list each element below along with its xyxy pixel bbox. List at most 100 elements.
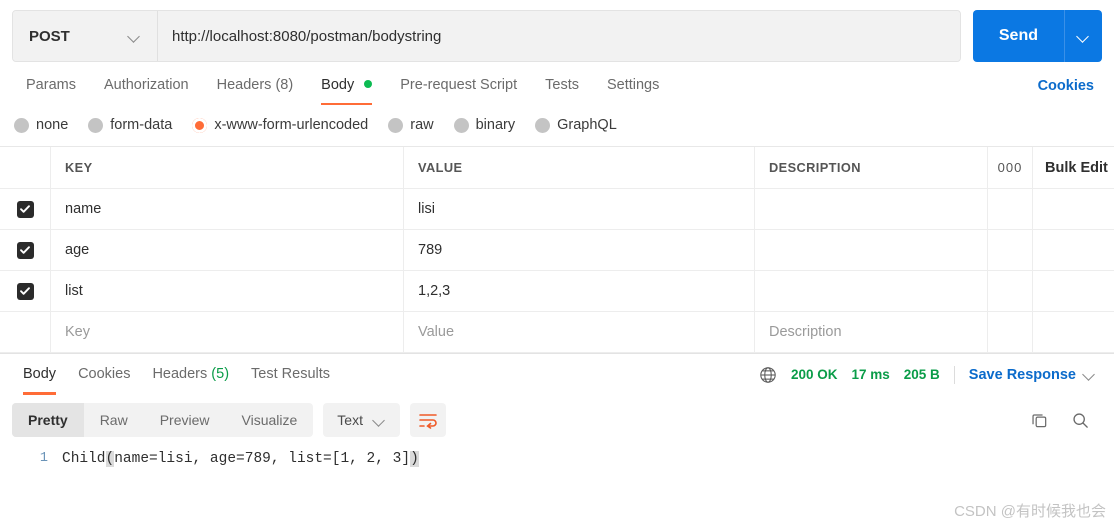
row-value-text: lisi [418,201,435,217]
table-row: age 789 [0,230,1114,271]
table-options-cell[interactable]: 000 [988,147,1033,188]
response-tab-body[interactable]: Body [12,355,67,395]
new-row-description-cell[interactable]: Description [755,312,988,352]
view-mode-pretty[interactable]: Pretty [12,403,84,437]
body-type-form-data[interactable]: form-data [88,117,172,133]
bulk-edit-label: Bulk Edit [1045,159,1108,176]
body-type-graphql[interactable]: GraphQL [535,117,617,133]
response-time: 17 ms [851,367,890,382]
row-description-cell[interactable] [755,271,988,311]
radio-label: form-data [110,117,173,133]
response-tab-test-results[interactable]: Test Results [240,355,341,395]
row-key-cell[interactable]: age [51,230,404,270]
radio-icon [88,117,104,133]
new-row-key-cell[interactable]: Key [51,312,404,352]
tab-authorization[interactable]: Authorization [90,67,203,105]
row-options-cell [988,271,1033,311]
row-description-cell[interactable] [755,189,988,229]
tab-tests[interactable]: Tests [531,67,593,105]
tab-label: Cookies [78,365,131,382]
response-status-group: 200 OK 17 ms 205 B Save Response [759,365,1102,384]
new-row-value-placeholder: Value [418,324,455,340]
send-options-button[interactable] [1064,10,1102,62]
response-body-editor[interactable]: 1 Child(name=lisi, age=789, list=[1, 2, … [0,443,1114,483]
more-options-icon: 000 [997,160,1023,175]
header-key: KEY [51,147,404,188]
request-url-bar: POST Send [0,0,1114,66]
view-mode-raw[interactable]: Raw [84,403,144,437]
body-type-binary[interactable]: binary [453,117,515,133]
header-description: DESCRIPTION [755,147,988,188]
row-value-cell[interactable]: lisi [404,189,755,229]
chevron-down-icon [128,30,141,43]
body-type-none[interactable]: none [14,117,68,133]
body-type-raw[interactable]: raw [388,117,434,133]
line-number: 1 [39,451,48,466]
row-key-cell[interactable]: name [51,189,404,229]
row-description-cell[interactable] [755,230,988,270]
tab-label: Pre-request Script [400,77,518,93]
table-row: name lisi [0,189,1114,230]
tab-headers[interactable]: Headers (8) [203,67,308,105]
radio-label: GraphQL [557,117,617,133]
tab-label: Authorization [103,77,189,93]
radio-label: raw [410,117,434,133]
copy-icon[interactable] [1030,411,1049,430]
status-divider [953,365,955,384]
row-checkbox-cell [0,189,51,229]
globe-icon[interactable] [759,366,777,384]
method-url-group: POST [12,10,961,62]
http-method-label: POST [29,27,70,45]
wrap-lines-button[interactable] [409,403,446,437]
row-value-cell[interactable]: 1,2,3 [404,271,755,311]
radio-label: x-www-form-urlencoded [214,117,369,133]
search-icon[interactable] [1071,411,1090,430]
bulk-edit-cell[interactable]: Bulk Edit [1033,147,1114,188]
url-input[interactable] [158,11,960,61]
body-modified-dot-icon [364,80,373,88]
tab-body[interactable]: Body [307,67,386,105]
row-checkbox-checked-icon[interactable] [16,282,34,300]
chevron-down-icon [373,414,386,427]
tab-params[interactable]: Params [12,67,90,105]
row-key-cell[interactable]: list [51,271,404,311]
tab-settings[interactable]: Settings [593,67,673,105]
row-value-cell[interactable]: 789 [404,230,755,270]
tab-label: Settings [606,77,660,93]
body-prefix: Child [62,451,106,467]
body-open-paren: ( [105,451,115,467]
row-spacer-cell [1033,189,1114,229]
view-mode-preview[interactable]: Preview [144,403,226,437]
body-type-x-www-form-urlencoded[interactable]: x-www-form-urlencoded [192,117,368,133]
header-value: VALUE [404,147,755,188]
view-mode-visualize[interactable]: Visualize [226,403,314,437]
row-key-text: age [65,242,90,258]
response-tab-cookies[interactable]: Cookies [67,355,141,395]
response-body-line: Child(name=lisi, age=789, list=[1, 2, 3]… [62,447,419,483]
body-inner: name=lisi, age=789, list=[1, 2, 3] [114,451,411,467]
tab-label: Tests [545,77,579,93]
status-code: 200 OK [790,367,838,382]
row-checkbox-checked-icon[interactable] [16,241,34,259]
tab-label: Headers [152,365,208,382]
header-checkbox-cell [0,147,51,188]
line-number-gutter: 1 [0,447,62,483]
radio-icon [535,117,551,133]
tab-pre-request-script[interactable]: Pre-request Script [386,67,531,105]
http-method-select[interactable]: POST [13,11,158,61]
response-format-select[interactable]: Text [323,403,400,437]
radio-label: none [36,117,69,133]
row-options-cell [988,189,1033,229]
row-key-text: list [65,283,83,299]
row-checkbox-cell [0,271,51,311]
save-response-button[interactable]: Save Response [969,367,1096,383]
radio-selected-icon [192,117,208,133]
cookies-link[interactable]: Cookies [1038,78,1102,94]
send-button[interactable]: Send [972,10,1064,62]
headers-count: (5) [211,365,230,382]
row-checkbox-checked-icon[interactable] [16,200,34,218]
new-row-value-cell[interactable]: Value [404,312,755,352]
new-row-description-placeholder: Description [769,324,842,340]
body-type-radio-group: none form-data x-www-form-urlencoded raw… [0,106,1114,146]
response-tab-headers[interactable]: Headers (5) [141,355,240,395]
